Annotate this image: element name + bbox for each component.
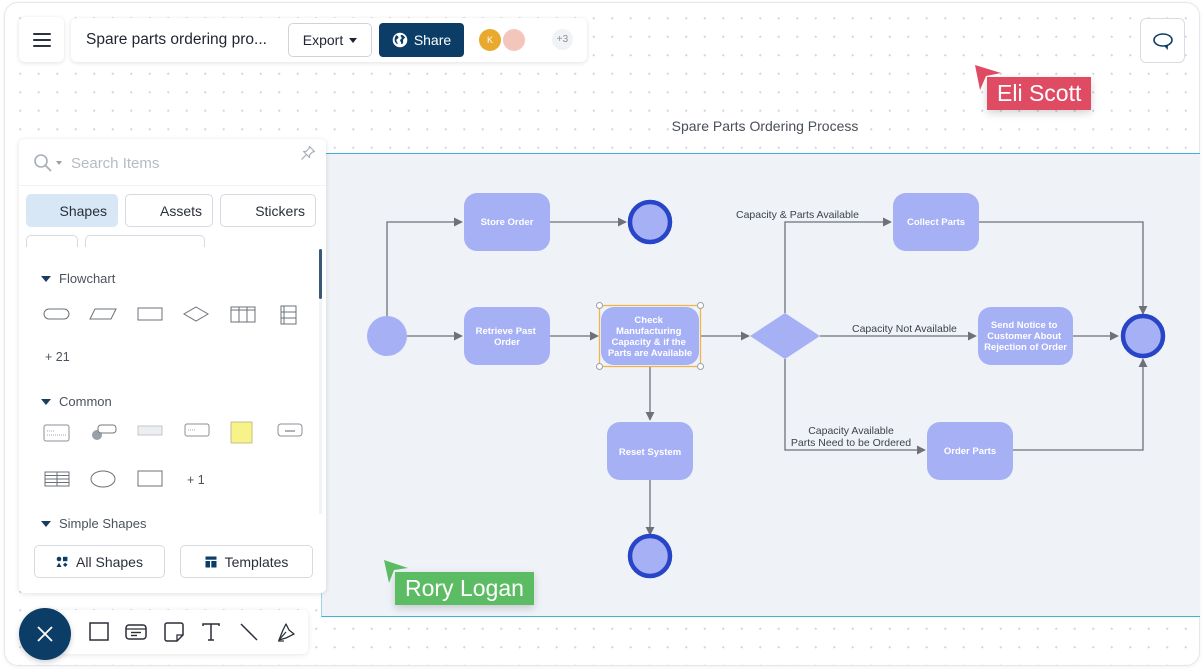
decision-node <box>750 313 820 359</box>
close-icon <box>37 626 53 642</box>
swimlane-vertical-icon[interactable] <box>279 304 299 326</box>
search-bar <box>19 139 326 186</box>
scrollbar-track[interactable] <box>319 299 322 514</box>
pin-icon[interactable] <box>300 145 316 161</box>
templates-button[interactable]: Templates <box>180 545 313 578</box>
edge-collect-to-end <box>978 221 1148 315</box>
search-options-caret-icon[interactable] <box>56 161 62 165</box>
more-collaborators-badge[interactable]: +3 <box>552 29 573 50</box>
line-icon <box>240 623 258 641</box>
all-shapes-label: All Shapes <box>76 553 143 570</box>
comment-icon <box>1152 32 1173 50</box>
section-simple-shapes[interactable]: Simple Shapes <box>41 516 146 531</box>
avatar[interactable]: K <box>479 29 501 51</box>
sticky-note-shape-icon[interactable] <box>229 420 255 444</box>
card-icon <box>125 624 147 640</box>
rectangle-shape-icon[interactable] <box>136 469 164 489</box>
comment-bubble-shape-icon[interactable] <box>90 422 118 442</box>
end-node-bottom <box>627 533 673 579</box>
resize-handle <box>697 363 704 370</box>
resize-handle <box>596 363 603 370</box>
start-node <box>367 316 407 356</box>
text-card-shape-icon[interactable] <box>43 423 71 443</box>
svg-text:Store Order: Store Order <box>481 217 534 228</box>
edge-label-parts-available: Capacity & Parts Available <box>736 209 859 221</box>
caret-down-icon <box>41 398 51 405</box>
templates-label: Templates <box>224 553 289 570</box>
comments-button[interactable] <box>1140 18 1185 63</box>
rectangle-tool[interactable] <box>87 620 111 644</box>
svg-text:Send Notice to Customer Ab: Send Notice to Customer About Rejection … <box>984 320 1067 353</box>
share-label: Share <box>413 32 452 48</box>
avatar[interactable] <box>503 29 525 51</box>
end-node-top <box>627 199 673 245</box>
tab-assets[interactable]: Assets <box>125 194 213 227</box>
section-title: Flowchart <box>59 271 116 286</box>
line-tool[interactable] <box>237 620 261 644</box>
card-tool[interactable] <box>124 620 148 644</box>
svg-text:Order Parts: Order Parts <box>944 446 996 457</box>
edge-label-parts-need-ordered: Parts Need to be Ordered <box>791 437 911 449</box>
collaborator-cursor-label: Eli Scott <box>987 77 1092 110</box>
edge-decision-to-collect <box>784 217 892 313</box>
scrollbar-thumb[interactable] <box>319 249 322 299</box>
label-card-shape-icon[interactable] <box>183 421 211 439</box>
resize-handle <box>697 302 704 309</box>
edge-order-to-end <box>1012 358 1148 451</box>
ruler-card-shape-icon[interactable] <box>136 423 164 439</box>
data-shape-icon[interactable] <box>89 307 117 321</box>
text-tool[interactable] <box>199 620 223 644</box>
shape-library-panel: Shapes Assets Stickers Flowchart + 21 Co… <box>19 139 326 593</box>
document-title[interactable]: Spare parts ordering pro... <box>86 31 267 49</box>
edge-label-not-available: Capacity Not Available <box>852 323 957 335</box>
pen-tool[interactable] <box>274 620 298 644</box>
share-button[interactable]: Share <box>379 23 464 57</box>
search-input[interactable] <box>71 151 291 175</box>
section-title: Simple Shapes <box>59 516 147 531</box>
svg-text:Collect Parts: Collect Parts <box>907 217 965 228</box>
decision-shape-icon[interactable] <box>182 305 210 323</box>
section-flowchart[interactable]: Flowchart <box>41 271 115 286</box>
globe-icon <box>392 32 408 48</box>
pen-icon <box>278 623 295 642</box>
end-node-right <box>1120 313 1166 359</box>
document-toolbar: Spare parts ordering pro... Export Share… <box>71 18 587 62</box>
more-common-shapes[interactable]: + 1 <box>187 473 205 487</box>
caret-down-icon <box>41 275 51 282</box>
tab-shapes[interactable]: Shapes <box>26 194 118 227</box>
tab-stickers[interactable]: Stickers <box>220 194 316 227</box>
export-button[interactable]: Export <box>288 23 372 57</box>
section-common[interactable]: Common <box>41 394 112 409</box>
collaborator-cursor-label: Rory Logan <box>395 572 534 605</box>
template-icon <box>205 556 217 567</box>
rectangle-icon <box>89 622 109 641</box>
process-shape-icon[interactable] <box>136 307 164 321</box>
export-label: Export <box>302 32 344 48</box>
more-flowchart-shapes[interactable]: + 21 <box>45 350 70 364</box>
shape-list: Flowchart + 21 Common + 1 Simple Shapes <box>19 247 326 593</box>
hamburger-icon <box>32 32 51 47</box>
ellipse-shape-icon[interactable] <box>89 469 117 489</box>
search-icon <box>34 154 52 172</box>
sticky-note-tool[interactable] <box>162 620 186 644</box>
edge-label-capacity-available: Capacity Available <box>808 425 894 437</box>
edge-start-to-store <box>386 217 463 317</box>
close-tools-button[interactable] <box>19 608 71 660</box>
swimlane-horizontal-icon[interactable] <box>229 305 257 323</box>
input-field-shape-icon[interactable] <box>276 421 304 439</box>
main-menu-button[interactable] <box>19 17 64 62</box>
chevron-down-icon <box>349 37 358 43</box>
sticky-note-icon <box>164 622 184 642</box>
terminator-shape-icon[interactable] <box>43 307 71 321</box>
resize-handle <box>596 302 603 309</box>
svg-text:Reset System: Reset System <box>619 447 681 458</box>
shapes-grid-icon <box>56 556 68 567</box>
caret-down-icon <box>41 520 51 527</box>
text-icon <box>202 623 220 641</box>
all-shapes-button[interactable]: All Shapes <box>34 545 165 578</box>
section-title: Common <box>59 394 112 409</box>
table-shape-icon[interactable] <box>43 469 71 489</box>
node-store-order-label: Store Order <box>481 217 534 228</box>
